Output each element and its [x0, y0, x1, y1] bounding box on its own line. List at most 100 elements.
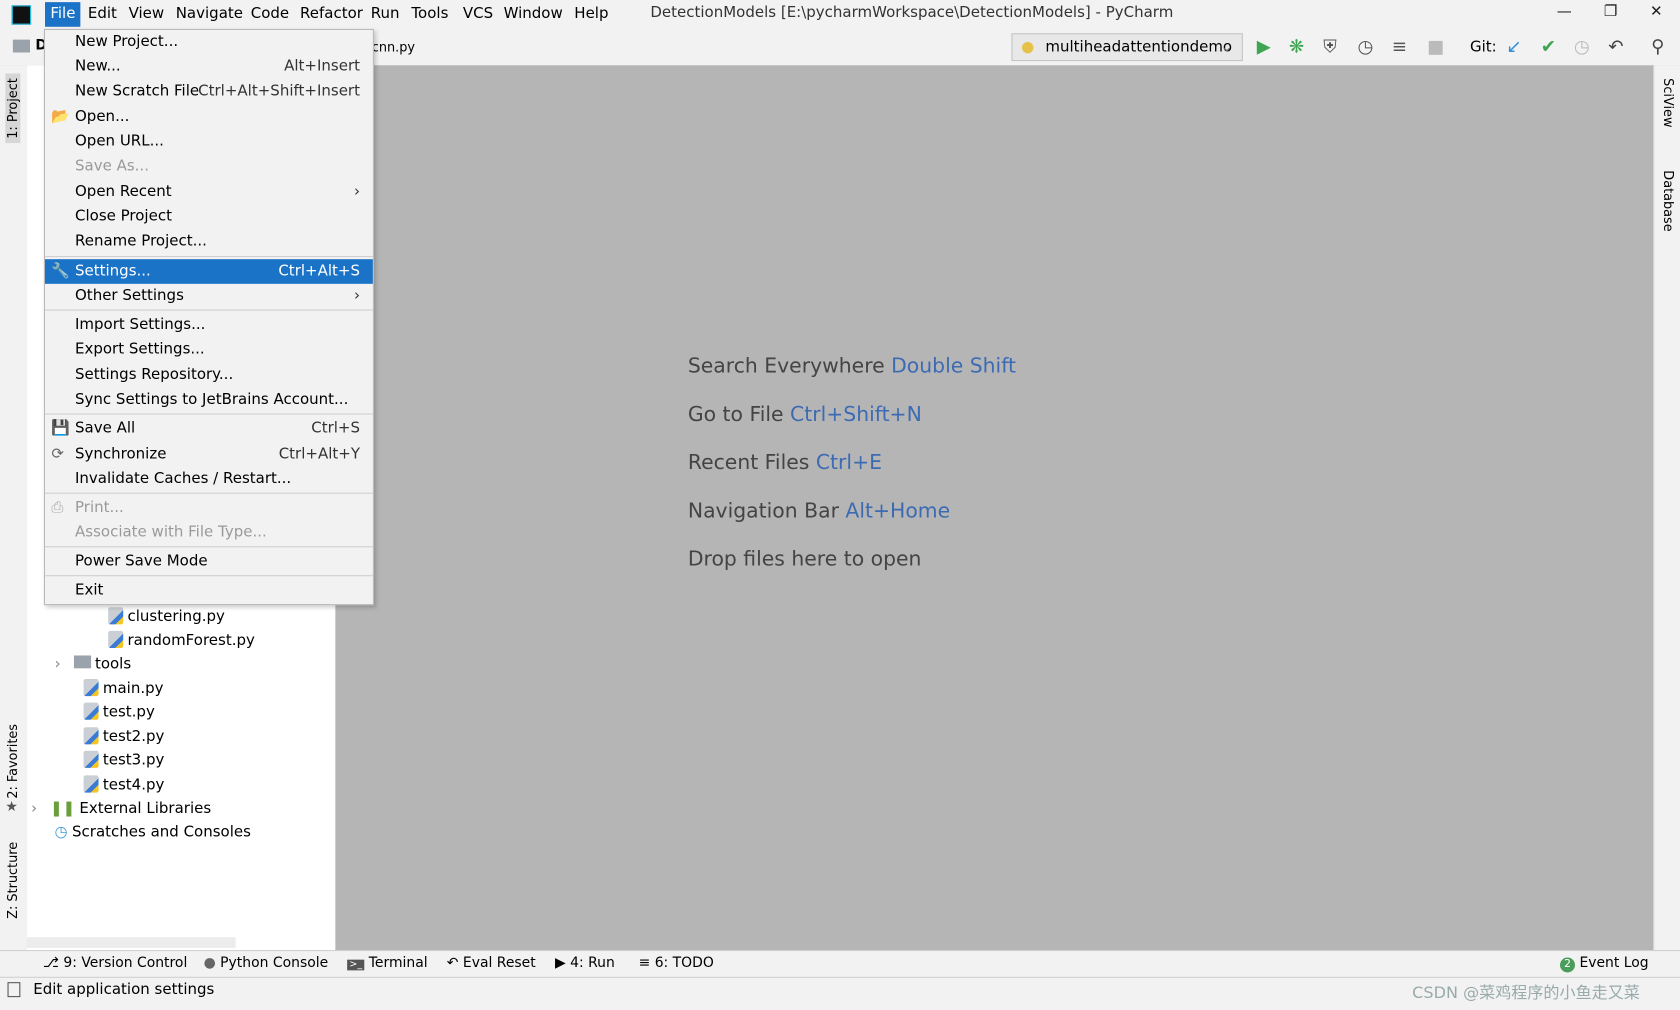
run-config-select[interactable]: ● multiheadattentiondemo ⌄ [1011, 33, 1243, 62]
menu-settings[interactable]: 🔧 Settings... Ctrl+Alt+S [45, 259, 373, 284]
stop-icon[interactable]: ■ [1427, 36, 1444, 57]
folder-icon [12, 39, 31, 53]
tab-sciview[interactable]: SciView [1661, 78, 1676, 127]
python-file-icon [83, 702, 99, 720]
tool-version-control[interactable]: ⎇ 9: Version Control [43, 955, 187, 971]
git-update-icon[interactable]: ↙ [1506, 36, 1521, 57]
tree-item[interactable]: main.py [83, 677, 164, 701]
menu-close-project[interactable]: Close Project [45, 205, 373, 230]
chevron-right-icon: › [31, 800, 38, 818]
git-commit-icon[interactable]: ✔ [1541, 36, 1556, 57]
tool-todo[interactable]: ≡ 6: TODO [639, 955, 714, 971]
run-config-label: multiheadattentiondemo [1045, 38, 1233, 56]
menu-synchronize[interactable]: ⟳ Synchronize Ctrl+Alt+Y [45, 442, 373, 467]
menu-view[interactable]: View [123, 2, 169, 27]
coverage-icon[interactable]: ⛨ [1323, 36, 1337, 57]
python-file-icon [83, 679, 99, 697]
tree-external-libraries[interactable]: › ❚❚ External Libraries [31, 797, 211, 821]
file-menu-dropdown: New Project... New... Alt+Insert New Scra… [43, 28, 374, 606]
menu-associate-file-type: Associate with File Type... [75, 523, 267, 541]
menu-separator [45, 492, 373, 494]
status-text: Edit application settings [33, 981, 215, 999]
rollback-icon[interactable]: ↶ [1608, 36, 1623, 57]
tool-eval-reset[interactable]: ↶ Eval Reset [447, 955, 536, 971]
tool-run[interactable]: ▶ 4: Run [555, 955, 615, 971]
menu-open-url[interactable]: Open URL... [45, 130, 373, 155]
hint-drop-files: Drop files here to open [687, 547, 922, 571]
tool-event-log[interactable]: 2 Event Log [1560, 955, 1649, 973]
profile-icon[interactable]: ◷ [1358, 36, 1374, 57]
tree-folder[interactable]: › tools [55, 652, 131, 676]
tool-terminal[interactable]: >_ Terminal [347, 955, 428, 971]
menu-open[interactable]: 📂 Open... [45, 105, 373, 130]
horizontal-scrollbar[interactable] [26, 937, 236, 948]
menu-save-all[interactable]: 💾 Save All Ctrl+S [45, 417, 373, 442]
python-icon: ● [1021, 38, 1035, 56]
close-button[interactable]: ✕ [1650, 3, 1663, 20]
hint-search-everywhere: Search Everywhere Double Shift [687, 354, 1017, 379]
menu-export-settings[interactable]: Export Settings... [45, 337, 373, 362]
folder-icon [73, 655, 91, 669]
menu-new-project[interactable]: New Project... [45, 30, 373, 55]
sync-icon: ⟳ [51, 445, 65, 463]
menu-new[interactable]: New... Alt+Insert [45, 55, 373, 80]
menu-file[interactable]: File [45, 2, 81, 27]
tree-item[interactable]: randomForest.py [108, 629, 255, 653]
restore-button[interactable]: ❐ [1604, 3, 1617, 20]
menu-run[interactable]: Run [365, 2, 404, 27]
tab-project[interactable]: 1: Project [5, 73, 21, 144]
menu-sync-settings[interactable]: Sync Settings to JetBrains Account... [45, 388, 373, 413]
python-file-icon [83, 750, 99, 768]
tab-structure[interactable]: Z: Structure [5, 842, 20, 919]
python-file-icon [83, 775, 99, 793]
file-tab[interactable]: cnn.py [372, 40, 415, 55]
tool-python-console[interactable]: ● Python Console [204, 955, 329, 971]
menu-invalidate-caches[interactable]: Invalidate Caches / Restart... [45, 467, 373, 492]
tree-item[interactable]: test.py [83, 700, 155, 724]
menu-open-recent[interactable]: Open Recent › [45, 180, 373, 205]
status-bar: Edit application settings CSDN @菜鸡程序的小鱼走… [0, 976, 1680, 1004]
menu-power-save-mode[interactable]: Power Save Mode [45, 549, 373, 574]
menu-new-scratch-file[interactable]: New Scratch File Ctrl+Alt+Shift+Insert [45, 79, 373, 104]
run-icon[interactable]: ▶ [1257, 36, 1271, 57]
minimize-button[interactable]: — [1557, 3, 1572, 20]
tree-item[interactable]: test3.py [83, 749, 164, 773]
history-icon[interactable]: ◷ [1574, 36, 1590, 57]
menu-other-settings[interactable]: Other Settings › [45, 284, 373, 309]
menu-rename-project[interactable]: Rename Project... [45, 229, 373, 254]
tab-favorites[interactable]: 2: Favorites [5, 724, 20, 799]
tree-scratches[interactable]: ◷ Scratches and Consoles [55, 820, 251, 844]
tool-window-bar: ⎇ 9: Version Control ● Python Console >_… [0, 950, 1680, 978]
python-file-icon [108, 607, 124, 625]
menu-navigate[interactable]: Navigate [170, 2, 248, 27]
tree-item[interactable]: clustering.py [108, 605, 225, 629]
menu-tools[interactable]: Tools [406, 2, 454, 27]
tree-item[interactable]: test4.py [83, 773, 164, 797]
search-icon[interactable]: ⚲ [1651, 36, 1664, 57]
menu-window[interactable]: Window [498, 2, 568, 27]
undo-icon: ↶ [446, 955, 459, 972]
menu-refactor[interactable]: Refactor [295, 2, 369, 27]
menu-exit[interactable]: Exit [45, 578, 373, 603]
menu-edit[interactable]: Edit [83, 2, 123, 27]
run-concurrency-icon[interactable]: ≡ [1392, 36, 1407, 57]
run-icon: ▶ [555, 955, 566, 972]
watermark: CSDN @菜鸡程序的小鱼走又菜 [1412, 983, 1640, 1003]
menu-help[interactable]: Help [569, 2, 614, 27]
tab-database[interactable]: Database [1661, 170, 1676, 231]
event-count-badge: 2 [1560, 957, 1576, 973]
editor-empty-area: Search Everywhere Double Shift Go to Fil… [335, 65, 1654, 951]
toggle-tool-windows-icon[interactable] [7, 982, 21, 998]
menu-code[interactable]: Code [245, 2, 294, 27]
list-icon: ≡ [638, 955, 651, 972]
submenu-arrow-icon: › [353, 183, 361, 201]
menu-separator [45, 413, 373, 415]
menu-vcs[interactable]: VCS [458, 2, 499, 27]
menu-import-settings[interactable]: Import Settings... [45, 313, 373, 338]
chevron-down-icon: ⌄ [1220, 38, 1234, 56]
debug-icon[interactable]: ❋ [1289, 36, 1304, 57]
menu-separator [45, 255, 373, 258]
tree-item[interactable]: test2.py [83, 725, 164, 749]
menu-settings-repository[interactable]: Settings Repository... [45, 363, 373, 388]
window-title: DetectionModels [E:\pycharmWorkspace\Det… [650, 4, 1174, 22]
